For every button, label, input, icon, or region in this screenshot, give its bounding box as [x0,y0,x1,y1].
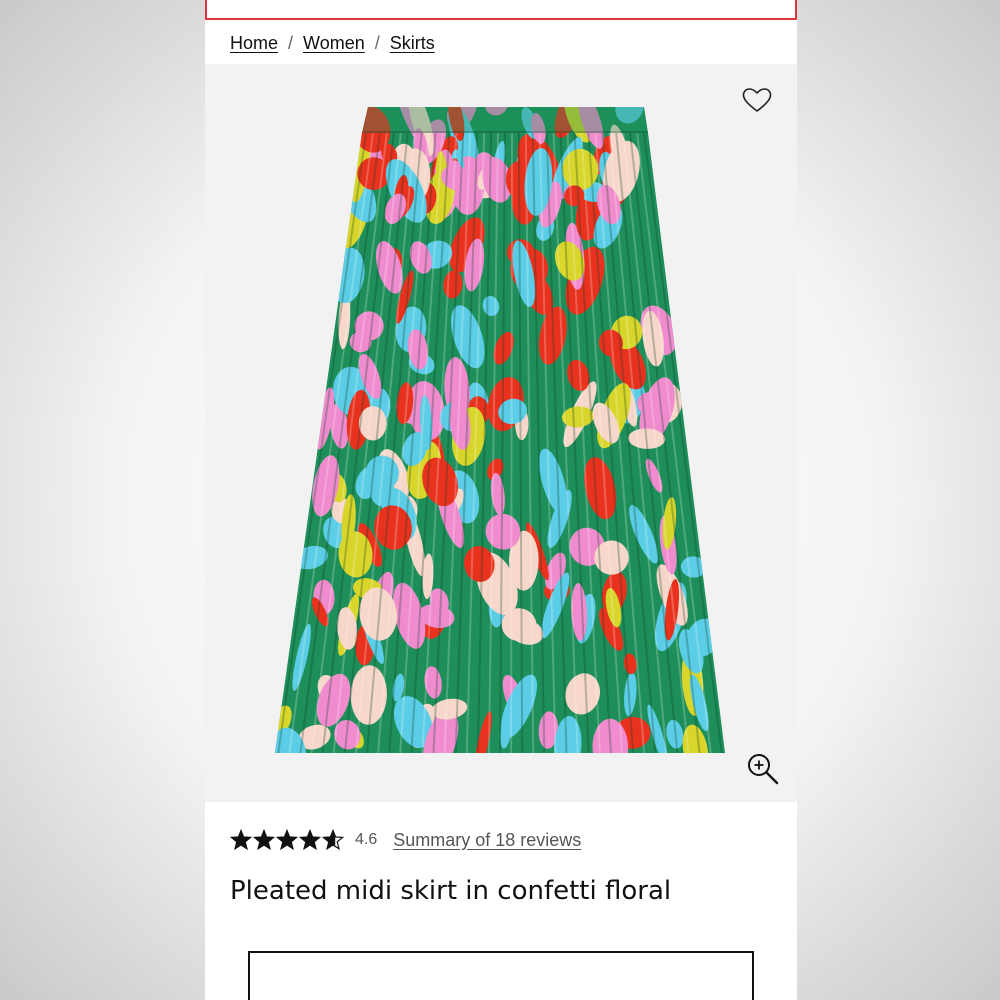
rating-value: 4.6 [355,831,378,848]
product-title: Pleated midi skirt in confetti floral [230,876,672,906]
breadcrumb-separator: / [288,32,294,53]
breadcrumb: Home / Women / Skirts [230,30,435,56]
star-icon [322,829,344,851]
breadcrumb-separator: / [374,32,380,53]
breadcrumb-home-link[interactable]: Home [230,33,278,54]
product-image[interactable] [270,105,730,760]
size-selector-box[interactable] [248,951,754,1000]
header-accent-rule [205,0,797,20]
star-icon [230,829,252,851]
breadcrumb-skirts-link[interactable]: Skirts [390,33,435,54]
reviews-summary-link[interactable]: Summary of 18 reviews [393,830,581,851]
star-icon [299,829,321,851]
star-icon [253,829,275,851]
heart-icon[interactable] [741,86,773,114]
zoom-in-icon[interactable] [746,752,780,786]
breadcrumb-women-link[interactable]: Women [303,33,365,54]
star-rating [230,829,345,851]
rating-row: 4.6 Summary of 18 reviews [230,826,581,854]
product-page: Home / Women / Skirts 4.6 Summary of 18 … [205,0,797,1000]
star-icon [276,829,298,851]
